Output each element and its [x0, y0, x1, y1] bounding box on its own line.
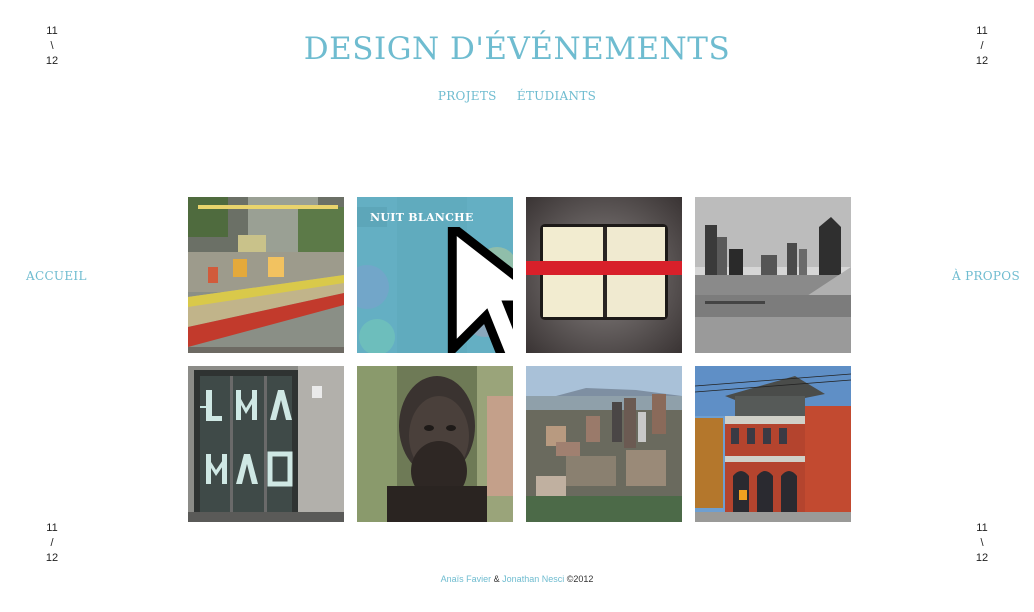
- nav-students-link[interactable]: ÉTUDIANTS: [517, 89, 596, 103]
- project-tile[interactable]: [695, 197, 851, 353]
- counter-current: 11: [976, 522, 988, 534]
- project-tile-nuit-blanche[interactable]: NUIT BLANCHE: [357, 197, 513, 353]
- project-thumbnail: [357, 366, 513, 522]
- page-counter-bottom-left: 11 / 12: [40, 521, 64, 566]
- author-link-jonathan[interactable]: Jonathan Nesci: [502, 574, 564, 584]
- counter-total: 12: [975, 552, 989, 564]
- project-thumbnail: [526, 366, 682, 522]
- project-tile[interactable]: [526, 197, 682, 353]
- project-tile[interactable]: [357, 366, 513, 522]
- footer-credits: Anaïs Favier & Jonathan Nesci ©2012: [0, 574, 1034, 584]
- counter-separator: /: [50, 537, 54, 549]
- counter-current: 11: [46, 522, 58, 534]
- footer-ampersand: &: [491, 574, 503, 584]
- project-tile[interactable]: [188, 197, 344, 353]
- author-link-anais[interactable]: Anaïs Favier: [441, 574, 492, 584]
- footer-copyright: ©2012: [564, 574, 594, 584]
- project-tile[interactable]: [695, 366, 851, 522]
- site-title: DESIGN D'ÉVÉNEMENTS: [303, 31, 731, 67]
- project-title: NUIT BLANCHE: [370, 211, 474, 224]
- project-thumbnail: [695, 197, 851, 353]
- mouse-cursor-icon: [447, 227, 513, 353]
- project-thumbnail: [188, 366, 344, 522]
- project-grid: NUIT BLANCHE: [188, 197, 851, 522]
- project-tile[interactable]: [188, 366, 344, 522]
- nav-home-link[interactable]: ACCUEIL: [26, 269, 87, 283]
- page-counter-bottom-right: 11 \ 12: [970, 521, 994, 566]
- project-thumbnail: [695, 366, 851, 522]
- nav-about-link[interactable]: À PROPOS: [952, 269, 1020, 283]
- top-nav: PROJETS ÉTUDIANTS: [0, 89, 1034, 103]
- project-tile[interactable]: [526, 366, 682, 522]
- project-thumbnail: [188, 197, 344, 353]
- counter-total: 12: [45, 552, 59, 564]
- nav-projects-link[interactable]: PROJETS: [438, 89, 497, 103]
- project-thumbnail: [526, 197, 682, 353]
- counter-separator: \: [980, 537, 984, 549]
